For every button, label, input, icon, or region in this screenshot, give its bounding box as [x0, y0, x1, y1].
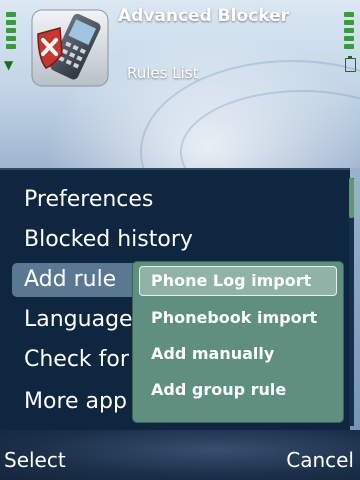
menu-item-blocked-history[interactable]: Blocked history: [24, 222, 193, 258]
signal-strength-indicator: [6, 12, 16, 56]
submenu-item-phone-log-import[interactable]: Phone Log import: [151, 266, 311, 296]
menu-scrollbar[interactable]: [349, 178, 354, 426]
title-pane: ▼ Advanced Blocker Rules List: [0, 0, 360, 168]
app-title: Advanced Blocker: [118, 6, 289, 26]
submenu-item-add-group-rule[interactable]: Add group rule: [151, 375, 286, 405]
menu-item-language[interactable]: Language: [24, 302, 133, 338]
add-rule-submenu: Phone Log import Phonebook import Add ma…: [133, 262, 343, 422]
menu-item-preferences[interactable]: Preferences: [24, 182, 153, 218]
softkey-bar: Select Cancel: [0, 430, 360, 480]
cancel-softkey[interactable]: Cancel: [286, 448, 354, 472]
submenu-item-add-manually[interactable]: Add manually: [151, 339, 274, 369]
view-subtitle: Rules List: [127, 64, 199, 82]
phone-blocked-icon: [30, 8, 110, 88]
submenu-item-phonebook-import[interactable]: Phonebook import: [151, 303, 317, 333]
menu-item-more-apps[interactable]: More app: [24, 384, 127, 420]
battery-icon: [345, 56, 356, 72]
antenna-icon: ▼: [4, 58, 14, 72]
menu-item-add-rule[interactable]: Add rule: [24, 262, 116, 298]
scrollbar-thumb[interactable]: [349, 178, 354, 218]
select-softkey[interactable]: Select: [4, 448, 66, 472]
battery-level-indicator: [344, 12, 354, 56]
menu-item-check-for[interactable]: Check for: [24, 342, 129, 378]
